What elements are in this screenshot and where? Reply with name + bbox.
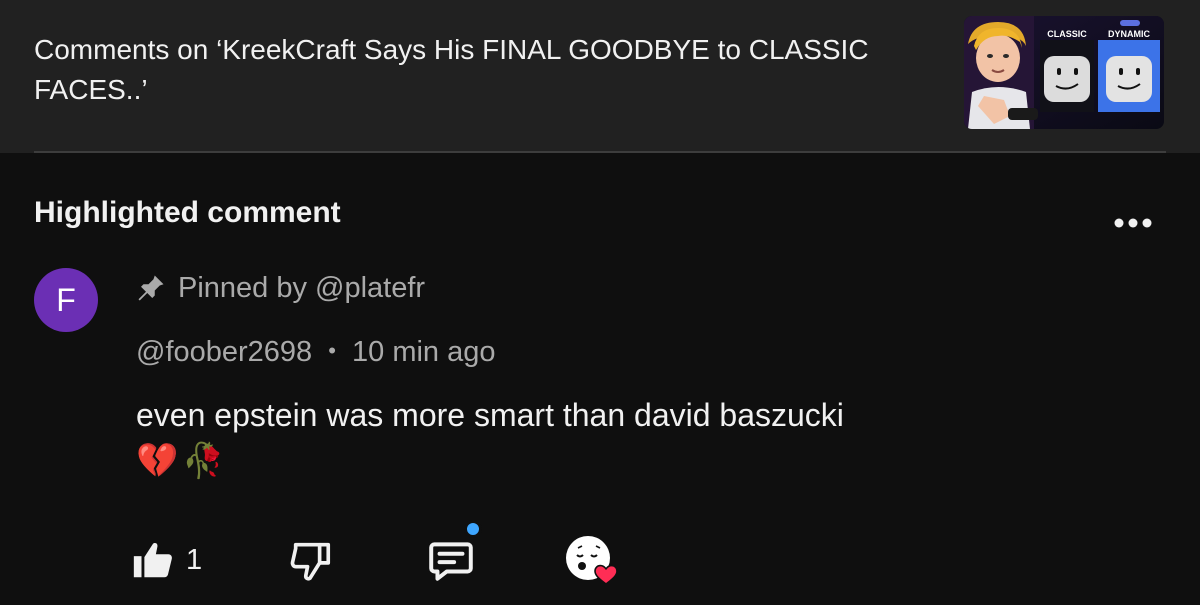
- thumb-label-dynamic: DYNAMIC: [1108, 29, 1150, 39]
- comment-author[interactable]: @foober2698: [136, 336, 312, 368]
- thumbs-up-icon: [133, 542, 172, 578]
- avatar[interactable]: F: [34, 268, 98, 332]
- like-button[interactable]: 1: [130, 530, 202, 590]
- header-divider: [34, 151, 1166, 153]
- comments-header: Comments on ‘KreekCraft Says His FINAL G…: [0, 0, 1200, 153]
- meta-separator: •: [328, 338, 336, 363]
- pinned-text: Pinned by @platefr: [178, 271, 426, 304]
- more-vert-icon: [1114, 218, 1152, 228]
- like-count: 1: [186, 543, 203, 576]
- avatar-letter: F: [56, 281, 76, 318]
- comment-meta: @foober2698 • 10 min ago: [136, 336, 496, 369]
- creator-heart-button[interactable]: [564, 530, 622, 590]
- reply-notification-dot: [464, 520, 482, 538]
- comment-emoji: 💔🥀: [136, 442, 229, 480]
- video-thumbnail[interactable]: CLASSIC DYNAMIC: [964, 16, 1164, 129]
- comment-actions: 1: [130, 520, 650, 590]
- creator-heart-icon: [566, 536, 618, 586]
- pin-icon: [138, 275, 164, 301]
- section-title: Highlighted comment: [34, 196, 341, 229]
- reply-icon: [429, 542, 473, 581]
- thumbs-down-icon: [290, 542, 331, 581]
- comment-text: even epstein was more smart than david b…: [136, 392, 1136, 484]
- thumbnail-image: CLASSIC DYNAMIC: [964, 16, 1164, 129]
- comment-body: even epstein was more smart than david b…: [136, 397, 844, 433]
- header-title: Comments on ‘KreekCraft Says His FINAL G…: [34, 34, 869, 105]
- pinned-label: Pinned by @platefr: [136, 268, 425, 308]
- comment-time[interactable]: 10 min ago: [352, 336, 496, 368]
- thumb-label-classic: CLASSIC: [1047, 29, 1087, 39]
- reply-button[interactable]: [426, 520, 482, 590]
- more-options-button[interactable]: [1110, 206, 1156, 240]
- dislike-button[interactable]: [288, 530, 334, 590]
